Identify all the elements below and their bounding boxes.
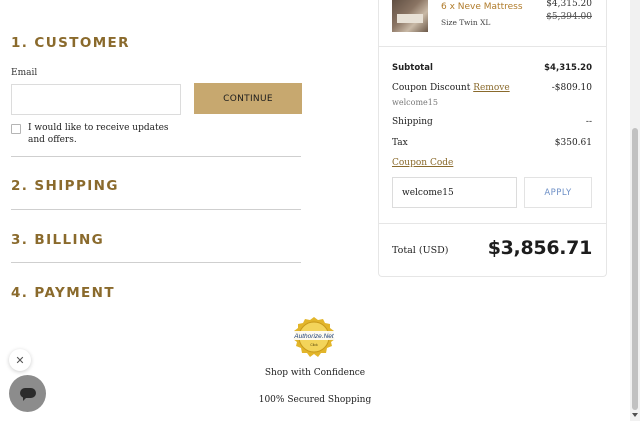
product-name[interactable]: 6 x Neve Mattress: [441, 2, 523, 12]
authorize-net-seal-icon[interactable]: Authorize.Net Click: [289, 316, 339, 358]
section-title-billing[interactable]: 3. BILLING: [11, 232, 104, 248]
section-divider: [11, 262, 301, 263]
close-icon[interactable]: ✕: [9, 349, 31, 371]
shipping-value: --: [585, 117, 592, 127]
product-original-price: $5,394.00: [546, 12, 592, 22]
badge-line2: Click: [310, 343, 318, 347]
summary-divider: [379, 223, 606, 224]
summary-divider: [379, 46, 606, 47]
product-image: [392, 0, 428, 32]
total-label: Total (USD): [392, 245, 449, 256]
section-title-payment[interactable]: 4. PAYMENT: [11, 285, 115, 301]
updates-checkbox[interactable]: [11, 124, 21, 134]
tax-label: Tax: [392, 138, 408, 148]
scrollbar-thumb[interactable]: [632, 128, 638, 410]
tax-value: $350.61: [554, 138, 592, 148]
coupon-code-link[interactable]: Coupon Code: [392, 158, 453, 168]
scroll-down-arrow-icon[interactable]: [632, 411, 638, 419]
secured-shopping-text: 100% Secured Shopping: [258, 395, 372, 405]
total-value: $3,856.71: [487, 237, 593, 259]
updates-label: I would like to receive updates and offe…: [28, 123, 169, 145]
remove-coupon-link[interactable]: Remove: [473, 83, 509, 93]
coupon-discount-row: Coupon Discount Remove: [392, 83, 510, 93]
coupon-discount-label: Coupon Discount: [392, 83, 471, 93]
coupon-code-input[interactable]: [392, 177, 517, 208]
shop-with-confidence-text: Shop with Confidence: [264, 368, 366, 378]
product-size: Size Twin XL: [441, 18, 491, 27]
section-divider: [11, 156, 301, 157]
shipping-label: Shipping: [392, 117, 433, 127]
applied-coupon-code: welcome15: [392, 98, 438, 107]
email-label: Email: [11, 68, 38, 78]
product-price: $4,315.20: [546, 0, 592, 9]
section-divider: [11, 209, 301, 210]
badge-line1: Authorize.Net: [293, 333, 335, 340]
coupon-discount-value: -$809.10: [551, 83, 592, 93]
continue-button[interactable]: CONTINUE: [194, 83, 302, 114]
section-title-shipping[interactable]: 2. SHIPPING: [11, 178, 119, 194]
chat-bubble-icon[interactable]: [9, 375, 46, 412]
email-field[interactable]: [11, 84, 181, 115]
section-title-customer: 1. CUSTOMER: [11, 35, 130, 51]
subtotal-label: Subtotal: [392, 63, 433, 73]
apply-coupon-button[interactable]: APPLY: [524, 177, 592, 208]
subtotal-value: $4,315.20: [544, 63, 592, 73]
